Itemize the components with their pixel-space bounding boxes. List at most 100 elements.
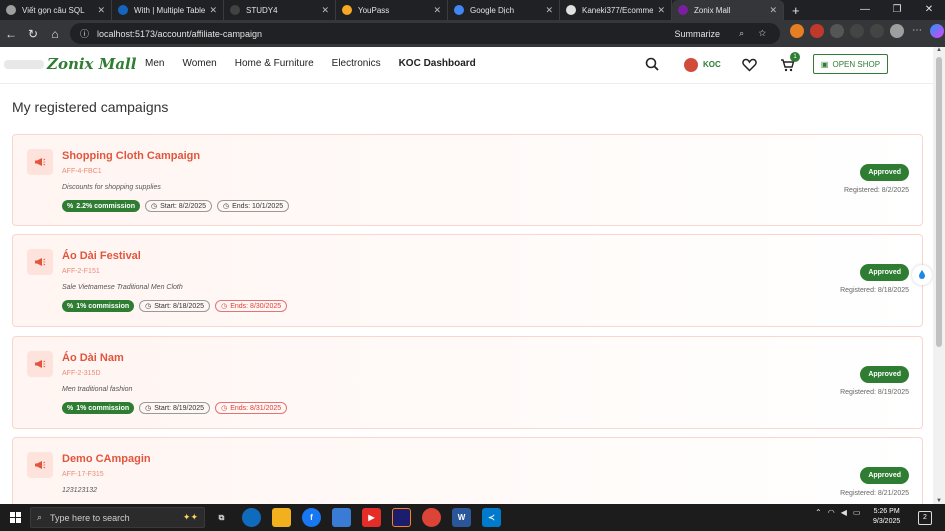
end-date-chip: ◷ Ends: 10/1/2025: [217, 200, 290, 212]
percent-icon: %: [67, 404, 74, 412]
scroll-up-icon[interactable]: ▲: [933, 47, 945, 53]
google-translate-favicon-icon: [454, 5, 464, 15]
info-icon[interactable]: ⓘ: [80, 27, 89, 40]
close-icon[interactable]: ✕: [433, 5, 441, 16]
campaign-card[interactable]: Shopping Cloth Campaign AFF-4-FBC1 Disco…: [12, 134, 923, 226]
speaker-icon[interactable]: ◀: [841, 508, 847, 517]
reload-icon[interactable]: ↻: [22, 27, 44, 41]
koc-label[interactable]: KOC: [703, 60, 721, 69]
split-view-icon[interactable]: [870, 24, 884, 38]
campaign-name[interactable]: Shopping Cloth Campaign: [62, 150, 200, 162]
home-icon[interactable]: ⌂: [44, 27, 66, 41]
url-text: localhost:5173/account/affiliate-campaig…: [97, 28, 262, 39]
close-window-icon[interactable]: ✕: [913, 0, 945, 20]
nav-men[interactable]: Men: [145, 58, 164, 69]
cart-count-badge: 1: [790, 52, 800, 62]
maximize-icon[interactable]: ❐: [881, 0, 913, 20]
edge-browser-icon[interactable]: [242, 508, 261, 527]
registered-date: Registered: 8/18/2025: [840, 287, 909, 294]
tab-favicon-icon: [118, 5, 128, 15]
start-date-chip: ◷ Start: 8/19/2025: [139, 402, 211, 414]
menu-dots-icon[interactable]: ⋯: [910, 24, 924, 38]
close-icon[interactable]: ✕: [657, 5, 665, 16]
close-icon[interactable]: ✕: [545, 5, 553, 16]
back-arrow-icon[interactable]: ←: [0, 27, 22, 41]
browser-tab[interactable]: With | Multiple Tables | Adva...✕: [112, 0, 224, 20]
windows-start-icon[interactable]: [10, 512, 21, 523]
open-shop-button[interactable]: ▣ OPEN SHOP: [813, 54, 888, 74]
campaign-card[interactable]: Demo CAmpagin AFF-17-F315 123123132 Appr…: [12, 437, 923, 504]
new-tab-plus-icon[interactable]: +: [792, 3, 800, 18]
task-view-icon[interactable]: ⧉: [212, 508, 231, 527]
summarize-button[interactable]: Summarize: [674, 29, 720, 39]
taskbar-clock[interactable]: 5:26 PM 9/3/2025: [873, 507, 900, 527]
facebook-icon[interactable]: f: [302, 508, 321, 527]
github-favicon-icon: [566, 5, 576, 15]
taskbar-apps: ⧉ f ▶ W ≺: [212, 508, 501, 527]
nav-electronics[interactable]: Electronics: [332, 58, 381, 69]
tab-label: Viết gọn câu SQL: [22, 5, 85, 15]
browser-tab[interactable]: Kaneki377/Ecommerce-...✕: [560, 0, 672, 20]
megaphone-icon: [27, 452, 53, 478]
close-icon[interactable]: ✕: [321, 5, 329, 16]
file-explorer-icon[interactable]: [272, 508, 291, 527]
intellij-icon[interactable]: [392, 508, 411, 527]
close-icon[interactable]: ✕: [97, 5, 105, 16]
commission-text: 1% commission: [76, 404, 130, 412]
search-icon[interactable]: [645, 57, 659, 71]
extensions-puzzle-icon[interactable]: [850, 24, 864, 38]
chevron-up-icon[interactable]: ⌃: [815, 508, 822, 517]
youtube-icon[interactable]: ▶: [362, 508, 381, 527]
vscode-icon[interactable]: ≺: [482, 508, 501, 527]
status-badge: Approved: [860, 467, 909, 484]
start-date-text: Start: 8/2/2025: [160, 202, 207, 210]
nav-home-furniture[interactable]: Home & Furniture: [235, 58, 314, 69]
notification-badge[interactable]: 2: [918, 511, 932, 525]
site-header: Zonix Mall Men Women Home & Furniture El…: [0, 47, 933, 84]
taskbar-search-input[interactable]: ⌕ Type here to search ✦✦: [30, 507, 205, 528]
site-logo[interactable]: Zonix Mall: [47, 55, 136, 73]
registered-date: Registered: 8/2/2025: [844, 187, 909, 194]
page-scrollbar[interactable]: ▲ ▼: [933, 47, 945, 504]
campaign-chips: % 1% commission ◷ Start: 8/19/2025 ◷ Ends: …: [62, 402, 288, 414]
campaign-name[interactable]: Áo Dài Nam: [62, 352, 124, 364]
search-highlight-icon: ✦✦: [182, 512, 198, 522]
time-text: 5:26 PM: [873, 508, 900, 515]
clock-icon: ◷: [150, 203, 158, 210]
tab-label: Kaneki377/Ecommerce-...: [582, 5, 654, 15]
floating-assistant-icon[interactable]: [912, 265, 932, 285]
tab-label: YouPass: [358, 5, 390, 15]
close-icon[interactable]: ✕: [209, 5, 217, 16]
campaign-description: 123123132: [62, 487, 98, 494]
extension-icon[interactable]: [810, 24, 824, 38]
url-bar[interactable]: ⓘ localhost:5173/account/affiliate-campa…: [70, 23, 780, 44]
copilot-icon[interactable]: [930, 24, 944, 38]
wifi-icon[interactable]: ◠: [828, 508, 835, 517]
browser-tab[interactable]: Viết gọn câu SQL ✕: [0, 0, 112, 20]
store-icon: ▣: [820, 59, 829, 69]
campaign-card[interactable]: Áo Dài Festival AFF-2-F151 Sale Vietname…: [12, 234, 923, 327]
browser-tab[interactable]: STUDY4 ✕: [224, 0, 336, 20]
extension-icon[interactable]: [790, 24, 804, 38]
extension-icon[interactable]: [830, 24, 844, 38]
nav-women[interactable]: Women: [182, 58, 216, 69]
battery-icon[interactable]: ▭: [853, 508, 861, 517]
bookmark-star-icon[interactable]: ⌕ ☆: [739, 28, 772, 39]
chrome-icon[interactable]: [422, 508, 441, 527]
browser-tab[interactable]: YouPass ✕: [336, 0, 448, 20]
close-icon[interactable]: ✕: [769, 5, 777, 16]
campaign-card[interactable]: Áo Dài Nam AFF-2-315D Men traditional fa…: [12, 336, 923, 429]
browser-tab[interactable]: Google Dịch ✕: [448, 0, 560, 20]
koc-avatar[interactable]: [684, 58, 698, 72]
status-badge: Approved: [860, 264, 909, 281]
word-icon[interactable]: W: [452, 508, 471, 527]
campaign-name[interactable]: Áo Dài Festival: [62, 250, 141, 262]
scroll-thumb[interactable]: [936, 57, 942, 347]
nav-koc-dashboard[interactable]: KOC Dashboard: [399, 58, 476, 69]
microsoft-store-icon[interactable]: [332, 508, 351, 527]
campaign-name[interactable]: Demo CAmpagin: [62, 453, 151, 465]
browser-tab-active[interactable]: Zonix Mall ✕: [672, 0, 784, 20]
heart-icon[interactable]: [742, 58, 757, 72]
profile-avatar[interactable]: [890, 24, 904, 38]
minimize-icon[interactable]: —: [849, 0, 881, 20]
